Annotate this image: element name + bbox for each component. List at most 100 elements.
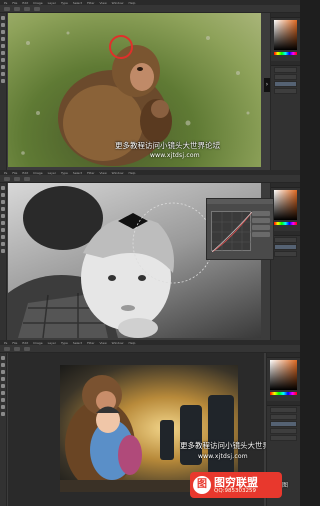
lasso-tool-icon[interactable] <box>1 30 5 34</box>
layer-row[interactable] <box>274 251 297 257</box>
panel-tab[interactable] <box>271 13 300 18</box>
menu-item-layer[interactable]: Layer <box>48 1 56 5</box>
panel-tab[interactable] <box>271 231 300 236</box>
marquee-tool-icon[interactable] <box>1 23 5 27</box>
menu-item-layer[interactable]: Layer <box>48 341 56 345</box>
right-arrow-icon[interactable]: › <box>264 78 270 92</box>
crop-tool-icon[interactable] <box>1 37 5 41</box>
color-picker[interactable] <box>274 190 297 220</box>
crop-tool-icon[interactable] <box>1 377 5 381</box>
menu-item-ps[interactable]: Ps <box>4 1 7 5</box>
layer-row[interactable] <box>270 407 297 413</box>
panel-tab[interactable] <box>271 183 300 188</box>
menu-item-ps[interactable]: Ps <box>4 171 7 175</box>
eraser-tool-icon[interactable] <box>1 51 5 55</box>
layer-row-selected[interactable] <box>274 81 297 87</box>
text-tool-icon[interactable] <box>1 412 5 416</box>
color-picker[interactable] <box>274 20 297 50</box>
layer-row-selected[interactable] <box>270 421 297 427</box>
lasso-tool-icon[interactable] <box>1 370 5 374</box>
eraser-tool-icon[interactable] <box>1 391 5 395</box>
zoom-tool-icon[interactable] <box>1 249 5 253</box>
curves-graph-icon[interactable] <box>211 211 253 253</box>
menu-item-window[interactable]: Window <box>112 171 124 175</box>
menu-item-view[interactable]: View <box>100 341 107 345</box>
menu-item-filter[interactable]: Filter <box>87 341 94 345</box>
lasso-tool-icon[interactable] <box>1 200 5 204</box>
curves-dialog[interactable] <box>206 198 274 260</box>
gradient-tool-icon[interactable] <box>1 228 5 232</box>
layer-row[interactable] <box>270 435 297 441</box>
menu-item-file[interactable]: File <box>12 171 17 175</box>
menu-item-ps[interactable]: Ps <box>4 341 7 345</box>
menu-item-filter[interactable]: Filter <box>87 171 94 175</box>
menu-item-filter[interactable]: Filter <box>87 1 94 5</box>
layer-row[interactable] <box>270 414 297 420</box>
tool-option-button[interactable] <box>24 346 30 351</box>
menu-item-edit[interactable]: Edit <box>22 1 28 5</box>
tool-option-button[interactable] <box>14 176 20 181</box>
menu-item-view[interactable]: View <box>100 171 107 175</box>
brush-tool-icon[interactable] <box>1 384 5 388</box>
panel-tab[interactable] <box>267 401 300 406</box>
layer-row[interactable] <box>274 237 297 243</box>
color-picker[interactable] <box>270 360 297 390</box>
move-tool-icon[interactable] <box>1 16 5 20</box>
layer-row[interactable] <box>274 67 297 73</box>
layer-row[interactable] <box>270 428 297 434</box>
menu-item-edit[interactable]: Edit <box>22 341 28 345</box>
tool-option-button[interactable] <box>4 6 10 11</box>
brush-tool-icon[interactable] <box>1 44 5 48</box>
menu-item-window[interactable]: Window <box>112 1 124 5</box>
dialog-title-bar[interactable] <box>207 199 273 204</box>
tool-option-button[interactable] <box>4 346 10 351</box>
menu-item-window[interactable]: Window <box>112 341 124 345</box>
pen-tool-icon[interactable] <box>1 65 5 69</box>
tool-option-button[interactable] <box>24 6 30 11</box>
layer-row-selected[interactable] <box>274 244 297 250</box>
tool-option-button[interactable] <box>34 6 40 11</box>
hue-slider[interactable] <box>270 392 297 395</box>
menu-item-select[interactable]: Select <box>73 171 82 175</box>
gradient-tool-icon[interactable] <box>1 58 5 62</box>
menu-item-view[interactable]: View <box>100 1 107 5</box>
menu-item-file[interactable]: File <box>12 1 17 5</box>
menu-item-type[interactable]: Type <box>61 171 68 175</box>
menu-item-help[interactable]: Help <box>129 341 136 345</box>
marquee-tool-icon[interactable] <box>1 193 5 197</box>
move-tool-icon[interactable] <box>1 356 5 360</box>
cancel-button[interactable] <box>252 218 270 223</box>
tool-option-button[interactable] <box>14 6 20 11</box>
menu-item-type[interactable]: Type <box>61 1 68 5</box>
menu-item-image[interactable]: Image <box>33 341 42 345</box>
tool-option-button[interactable] <box>4 176 10 181</box>
menu-item-help[interactable]: Help <box>129 171 136 175</box>
text-tool-icon[interactable] <box>1 242 5 246</box>
eraser-tool-icon[interactable] <box>1 221 5 225</box>
menu-item-image[interactable]: Image <box>33 1 42 5</box>
ok-button[interactable] <box>252 211 270 216</box>
pen-tool-icon[interactable] <box>1 405 5 409</box>
hue-slider[interactable] <box>274 222 297 225</box>
tool-option-button[interactable] <box>24 176 30 181</box>
tool-option-button[interactable] <box>14 346 20 351</box>
text-tool-icon[interactable] <box>1 72 5 76</box>
brush-tool-icon[interactable] <box>1 214 5 218</box>
menu-item-layer[interactable]: Layer <box>48 171 56 175</box>
auto-button[interactable] <box>252 225 270 230</box>
menu-item-edit[interactable]: Edit <box>22 171 28 175</box>
marquee-tool-icon[interactable] <box>1 363 5 367</box>
menu-item-image[interactable]: Image <box>33 171 42 175</box>
menu-item-help[interactable]: Help <box>129 1 136 5</box>
menu-item-type[interactable]: Type <box>61 341 68 345</box>
gradient-tool-icon[interactable] <box>1 398 5 402</box>
pen-tool-icon[interactable] <box>1 235 5 239</box>
hue-slider[interactable] <box>274 52 297 55</box>
layer-row[interactable] <box>274 74 297 80</box>
move-tool-icon[interactable] <box>1 186 5 190</box>
panel-tab[interactable] <box>267 353 300 358</box>
layer-row[interactable] <box>274 88 297 94</box>
menu-item-select[interactable]: Select <box>73 1 82 5</box>
menu-item-file[interactable]: File <box>12 341 17 345</box>
panel-tab[interactable] <box>271 61 300 66</box>
